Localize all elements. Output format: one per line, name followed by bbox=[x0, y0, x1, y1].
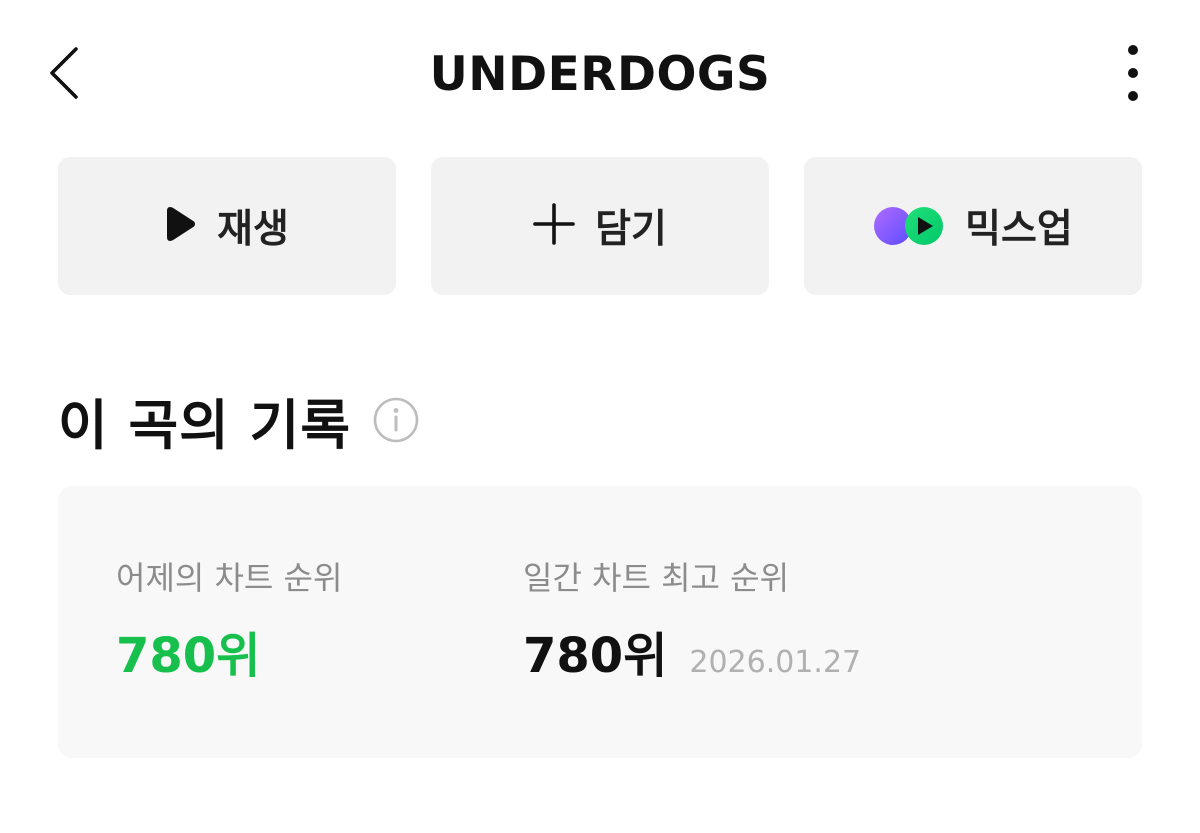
yesterday-rank-stat: 어제의 차트 순위 780위 bbox=[116, 556, 342, 686]
add-button-label: 담기 bbox=[595, 207, 667, 252]
info-icon[interactable] bbox=[373, 397, 419, 443]
best-daily-rank-label: 일간 차트 최고 순위 bbox=[523, 559, 790, 597]
more-vertical-icon bbox=[1126, 43, 1140, 107]
best-rank-date: 2026.01.27 bbox=[689, 645, 862, 680]
best-daily-rank-stat: 일간 차트 최고 순위 780위 2026.01.27 bbox=[523, 556, 861, 686]
plus-icon bbox=[533, 203, 575, 249]
best-daily-rank-value: 780위 bbox=[523, 628, 668, 684]
section-header: 이 곡의 기록 bbox=[58, 380, 419, 460]
play-button-label: 재생 bbox=[217, 207, 289, 252]
play-button[interactable]: 재생 bbox=[58, 157, 396, 295]
mixup-button-label: 믹스업 bbox=[965, 207, 1073, 252]
play-icon bbox=[165, 204, 197, 248]
mixup-button[interactable]: 믹스업 bbox=[804, 157, 1142, 295]
mixup-icon bbox=[873, 206, 945, 246]
back-button[interactable] bbox=[36, 40, 92, 110]
yesterday-rank-label: 어제의 차트 순위 bbox=[116, 559, 343, 597]
chart-record-card: 어제의 차트 순위 780위 일간 차트 최고 순위 780위 2026.01.… bbox=[58, 486, 1142, 758]
section-title: 이 곡의 기록 bbox=[58, 393, 351, 457]
yesterday-rank-value: 780위 bbox=[116, 628, 261, 684]
chevron-left-icon bbox=[46, 45, 82, 105]
top-bar: UNDERDOGS bbox=[0, 0, 1200, 150]
page-title: UNDERDOGS bbox=[429, 47, 771, 102]
add-to-playlist-button[interactable]: 담기 bbox=[431, 157, 769, 295]
more-options-button[interactable] bbox=[1108, 40, 1158, 110]
